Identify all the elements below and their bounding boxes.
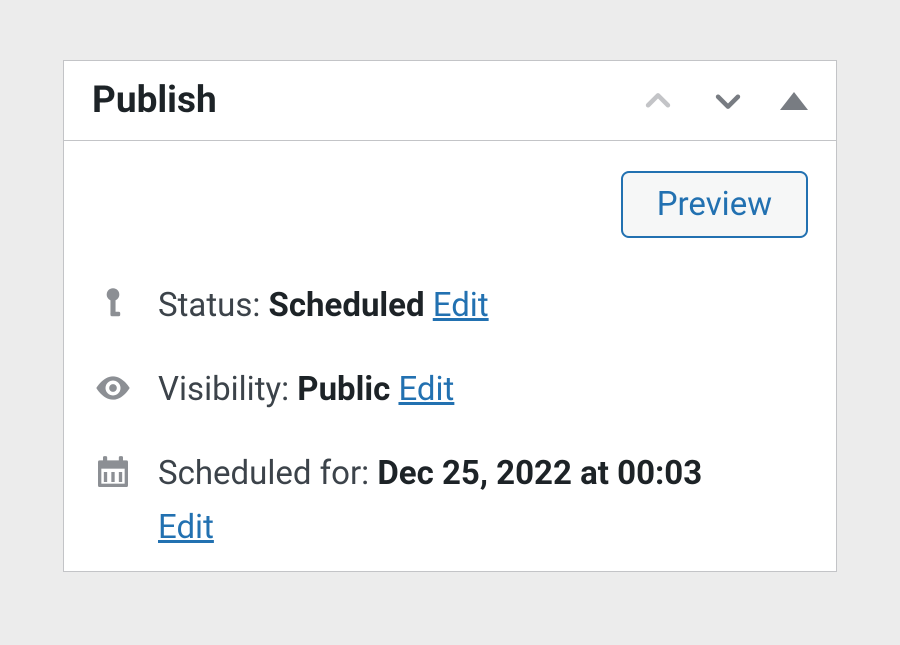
scheduled-label: Scheduled for:	[158, 454, 369, 493]
scheduled-edit-link[interactable]: Edit	[158, 504, 808, 552]
calendar-icon	[92, 452, 134, 492]
chevron-up-light-icon[interactable]	[640, 83, 676, 119]
status-label: Status:	[158, 286, 260, 325]
publish-panel-body: Preview Status: Scheduled Edit Visibilit…	[64, 141, 836, 571]
scheduled-text: Scheduled for: Dec 25, 2022 at 00:03 Edi…	[158, 450, 808, 552]
chevron-down-icon[interactable]	[710, 83, 746, 119]
panel-title: Publish	[92, 79, 217, 122]
key-icon	[92, 284, 134, 320]
visibility-row: Visibility: Public Edit	[92, 366, 808, 414]
visibility-text: Visibility: Public Edit	[158, 366, 808, 414]
publish-panel: Publish Preview Status: Scheduled	[63, 60, 837, 572]
status-value: Scheduled	[269, 286, 425, 325]
panel-header-controls	[640, 83, 808, 119]
visibility-value: Public	[297, 370, 390, 409]
preview-row: Preview	[92, 171, 808, 238]
publish-panel-header: Publish	[64, 61, 836, 141]
eye-icon	[92, 368, 134, 408]
preview-button[interactable]: Preview	[621, 171, 808, 238]
scheduled-row: Scheduled for: Dec 25, 2022 at 00:03 Edi…	[92, 450, 808, 552]
status-text: Status: Scheduled Edit	[158, 282, 808, 330]
scheduled-value: Dec 25, 2022 at 00:03	[377, 454, 702, 493]
visibility-edit-link[interactable]: Edit	[398, 370, 454, 409]
status-edit-link[interactable]: Edit	[433, 286, 489, 325]
status-row: Status: Scheduled Edit	[92, 282, 808, 330]
triangle-up-icon[interactable]	[780, 92, 808, 110]
visibility-label: Visibility:	[158, 370, 289, 409]
